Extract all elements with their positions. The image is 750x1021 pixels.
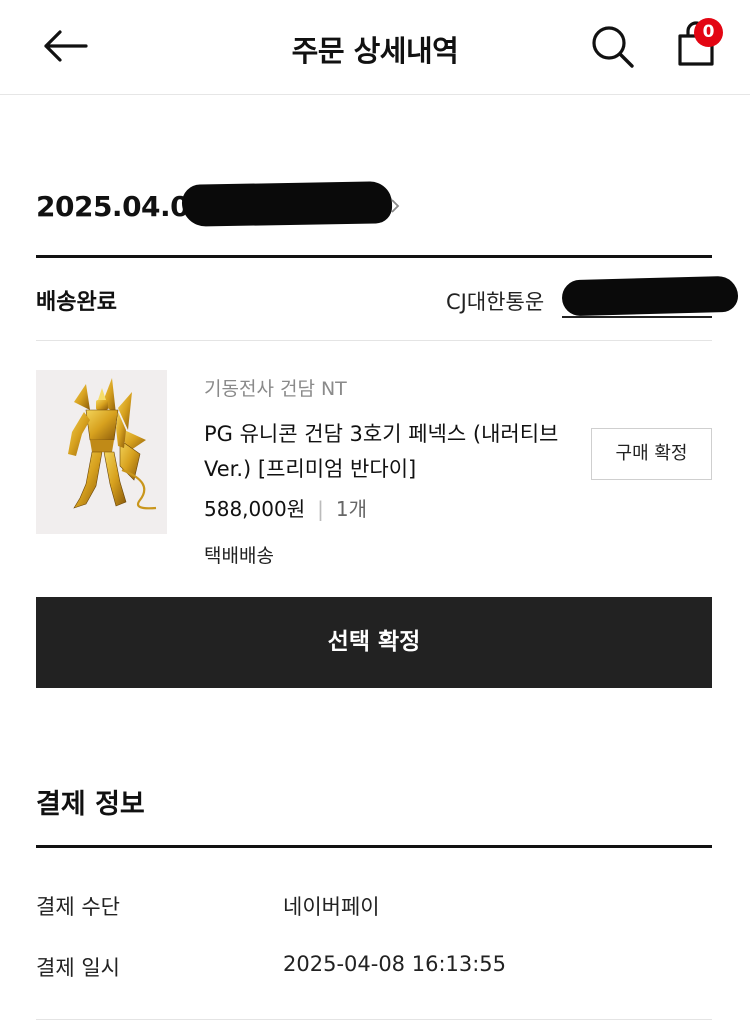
select-confirm-button[interactable]: 선택 확정 [36,597,712,688]
delivery-status-row: 배송완료 CJ대한통운 [36,258,739,340]
payment-method-value: 네이버페이 [283,895,380,919]
product-image[interactable] [36,370,167,534]
carrier-name: CJ대한통운 [446,290,545,314]
product-price: 588,000원 [204,497,306,521]
row-divider [36,340,712,341]
product-brand: 기동전사 건담 NT [204,378,347,400]
confirm-purchase-button[interactable]: 구매 확정 [591,428,712,480]
chevron-right-icon [391,199,400,213]
link-underline [562,316,712,318]
redacted-tracking-number [561,275,739,317]
price-row: 588,000원 | 1개 [204,493,367,522]
order-number-row[interactable]: 2025.04.08 [36,181,712,233]
shipping-method: 택배배송 [204,545,274,567]
cart-count-badge: 0 [694,18,723,47]
row-divider [36,1019,712,1020]
redacted-order-number [181,181,393,227]
price-separator: | [317,497,324,521]
section-divider [36,845,712,848]
search-icon [592,26,634,68]
delivery-status: 배송완료 [36,290,117,315]
payment-datetime-label: 결제 일시 [36,956,120,980]
tracking-number-link[interactable] [561,275,739,320]
product-quantity: 1개 [335,497,367,521]
payment-section-title: 결제 정보 [36,789,145,820]
app-header: 주문 상세내역 0 [0,0,750,95]
product-name[interactable]: PG 유니콘 건담 3호기 페넥스 (내러티브 Ver.) [프리미엄 반다이] [204,417,564,487]
search-button[interactable] [588,22,638,72]
payment-method-label: 결제 수단 [36,895,120,919]
payment-datetime-value: 2025-04-08 16:13:55 [283,952,507,976]
gundam-figure-image [68,378,157,510]
